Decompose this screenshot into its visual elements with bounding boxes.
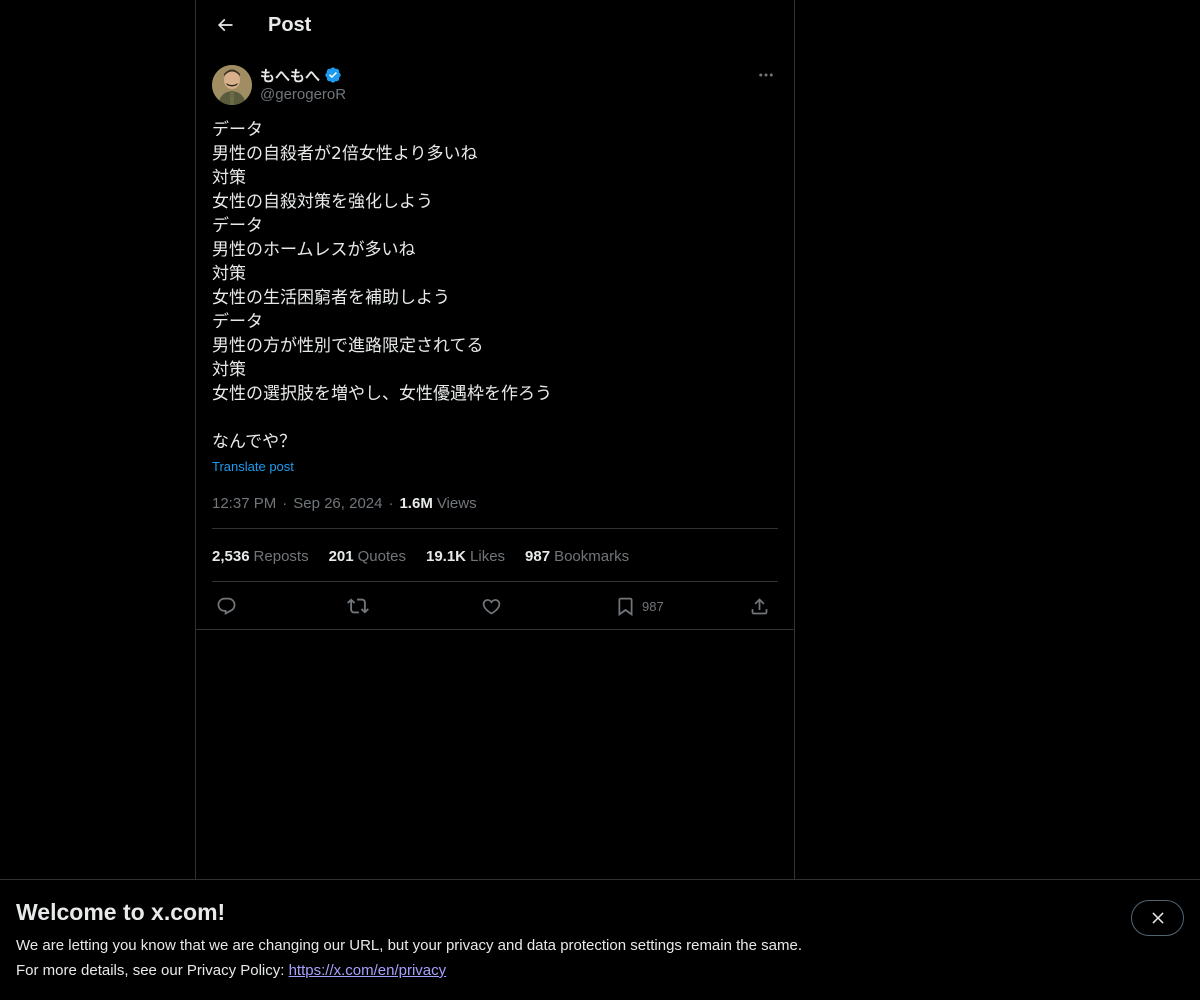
divider	[212, 581, 778, 582]
meta-separator: ·	[388, 494, 394, 512]
verified-badge-icon	[325, 67, 341, 83]
post-line: 対策	[212, 360, 246, 380]
repost-button[interactable]	[347, 592, 369, 620]
post-line	[212, 406, 778, 430]
likes-label: Likes	[470, 547, 506, 565]
post-line: データ	[212, 312, 263, 332]
bookmark-count: 987	[642, 598, 664, 614]
close-banner-button[interactable]	[1131, 900, 1184, 936]
quotes-stat[interactable]: 201 Quotes	[329, 548, 406, 565]
like-button[interactable]	[481, 592, 502, 620]
page-title: Post	[268, 14, 312, 36]
post-line: 女性の自殺対策を強化しよう	[212, 192, 433, 212]
reposts-stat[interactable]: 2,536 Reposts	[212, 548, 309, 565]
banner-message: We are letting you know that we are chan…	[16, 937, 802, 954]
page-header: Post	[196, 0, 794, 53]
post-author: もへもへ @gerogeroR	[212, 65, 778, 107]
post-line: データ	[212, 120, 263, 140]
banner-privacy-prefix: For more details, see our Privacy Policy…	[16, 962, 289, 979]
post-actions: 987	[212, 592, 778, 620]
more-button[interactable]	[754, 65, 778, 85]
post-line: 女性の選択肢を増やし、女性優遇枠を作ろう	[212, 384, 552, 404]
bookmark-button[interactable]: 987	[615, 592, 664, 620]
avatar-image	[212, 65, 252, 105]
reposts-label: Reposts	[253, 547, 309, 565]
post-line: データ	[212, 216, 263, 236]
post-line: 対策	[212, 264, 246, 284]
translate-post-link[interactable]: Translate post	[212, 459, 294, 474]
more-horizontal-icon	[759, 73, 773, 77]
bookmarks-label: Bookmarks	[554, 547, 630, 565]
bookmarks-count: 987	[525, 547, 551, 565]
post-line: 女性の生活困窮者を補助しよう	[212, 288, 450, 308]
welcome-banner: Welcome to x.com! We are letting you kno…	[0, 879, 1200, 1000]
views-label: Views	[436, 494, 477, 512]
post-time[interactable]: 12:37 PM	[212, 495, 276, 512]
post-line: 男性の自殺者が2倍女性より多いね	[212, 144, 478, 164]
likes-count: 19.1K	[425, 547, 467, 565]
share-button[interactable]	[749, 592, 770, 620]
name-row: もへもへ	[260, 65, 342, 85]
divider	[212, 528, 778, 529]
reply-icon	[217, 597, 236, 615]
bookmarks-stat[interactable]: 987 Bookmarks	[525, 548, 629, 565]
post-bottom-border	[196, 629, 794, 630]
main-column: Post もへもへ @gerogeroR データ 男性の自殺者が2倍女性より多い…	[195, 0, 795, 879]
share-icon	[751, 597, 768, 614]
meta-separator: ·	[282, 494, 288, 512]
post-line: 男性の方が性別で進路限定されてる	[212, 336, 484, 356]
reposts-count: 2,536	[212, 547, 250, 565]
post-stats: 2,536 Reposts 201 Quotes 19.1K Likes 987 Boo…	[212, 545, 649, 567]
privacy-policy-link[interactable]: https://x.com/en/privacy	[289, 962, 447, 979]
quotes-count: 201	[328, 547, 354, 565]
post-line: なんでや？	[212, 432, 297, 452]
avatar[interactable]	[212, 65, 252, 105]
display-name[interactable]: もへもへ	[260, 65, 320, 86]
quotes-label: Quotes	[357, 547, 406, 565]
post-line: 対策	[212, 168, 246, 188]
handle[interactable]: @gerogeroR	[260, 86, 346, 103]
arrow-left-icon	[217, 18, 233, 32]
reply-button[interactable]	[216, 592, 237, 620]
close-icon	[1151, 912, 1164, 924]
bookmark-icon	[618, 597, 633, 616]
repost-icon	[347, 598, 369, 614]
post-date[interactable]: Sep 26, 2024	[293, 495, 382, 512]
post-text: データ 男性の自殺者が2倍女性より多いね 対策 女性の自殺対策を強化しよう デー…	[212, 118, 778, 454]
post-line: 男性のホームレスが多いね	[212, 240, 416, 260]
banner-title: Welcome to x.com!	[16, 899, 226, 925]
views-count: 1.6M	[399, 494, 433, 512]
post-meta: 12:37 PM · Sep 26, 2024 · 1.6M Views	[212, 493, 477, 513]
likes-stat[interactable]: 19.1K Likes	[426, 548, 505, 565]
back-button[interactable]	[208, 8, 242, 42]
heart-icon	[482, 598, 501, 615]
banner-privacy-line: For more details, see our Privacy Policy…	[16, 962, 446, 979]
